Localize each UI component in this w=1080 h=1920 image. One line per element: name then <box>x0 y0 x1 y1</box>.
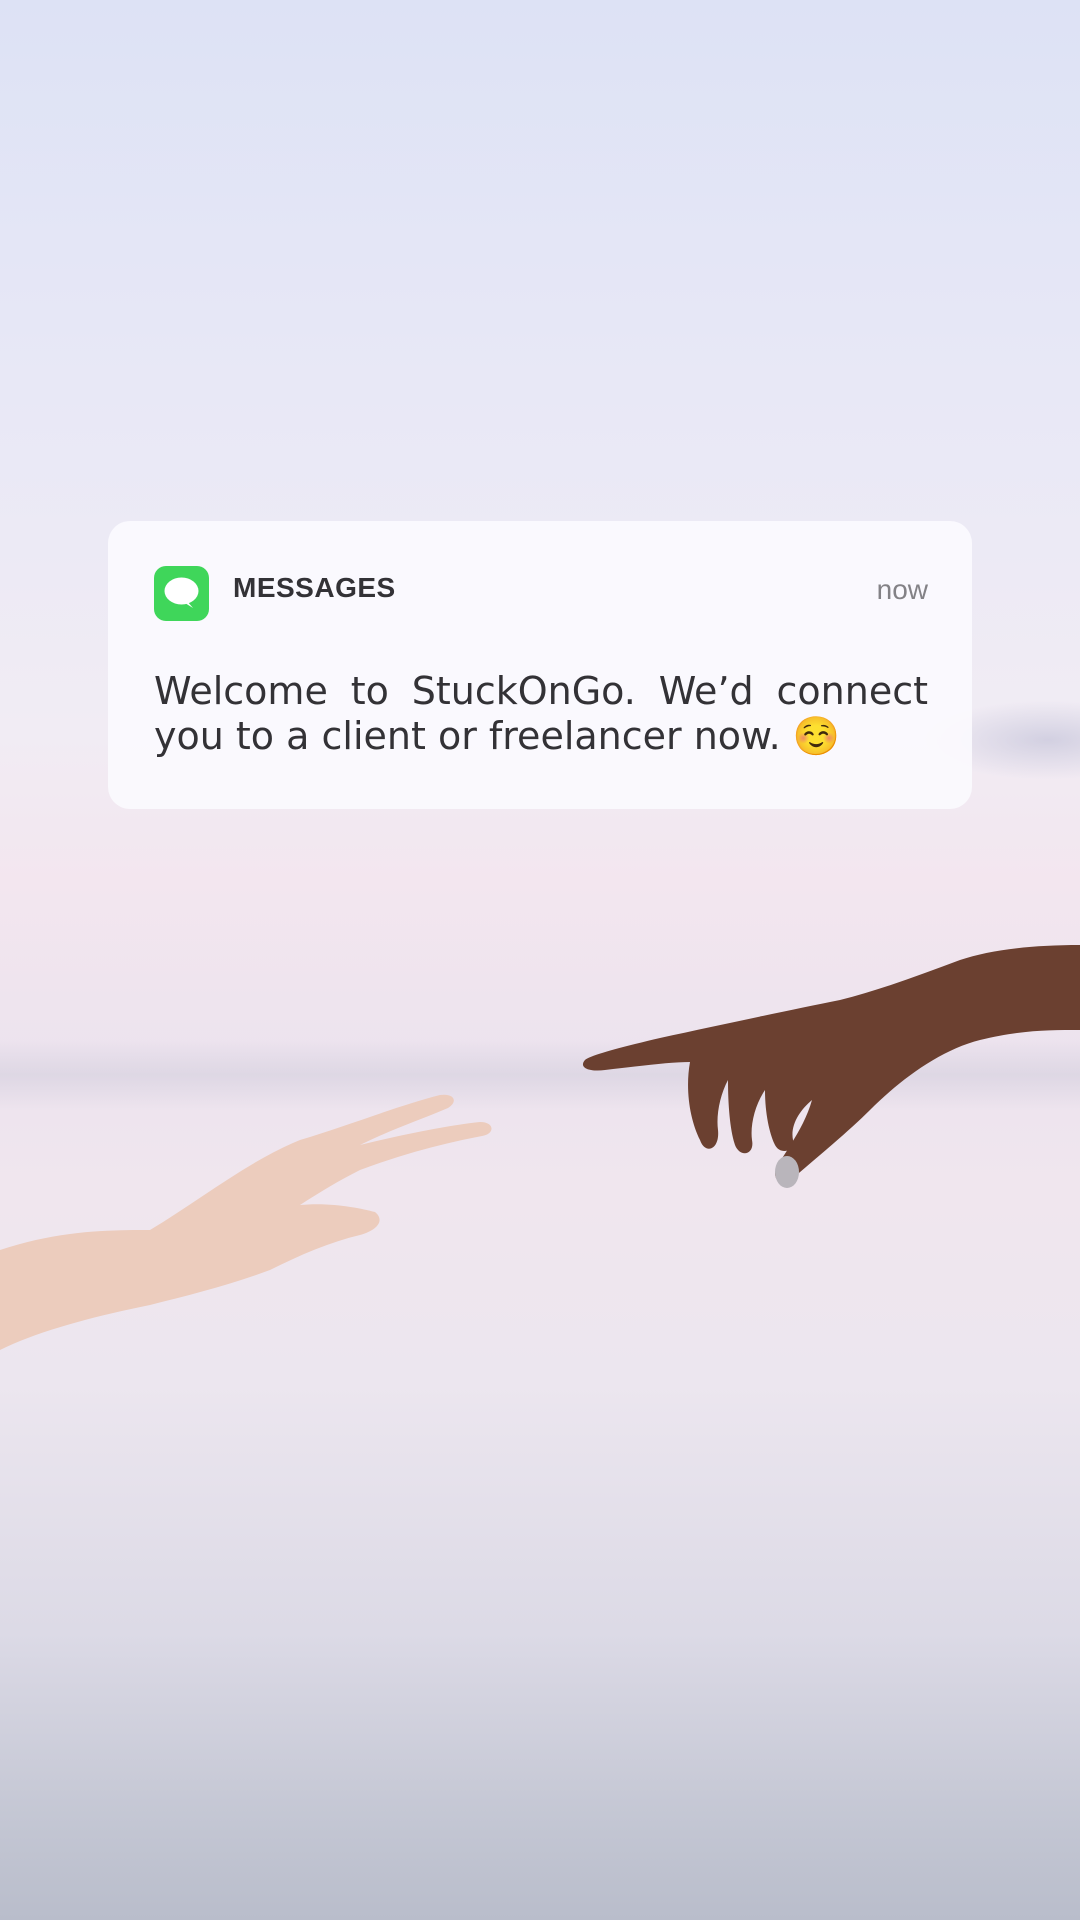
right-hand <box>582 945 1080 1188</box>
message-notification[interactable]: MESSAGES now Welcome to StuckOnGo. We’d … <box>108 521 972 809</box>
notification-timestamp: now <box>876 574 928 605</box>
messages-bubble-icon <box>164 577 199 608</box>
reaching-hands-image <box>0 945 1080 1350</box>
left-hand <box>0 1094 492 1350</box>
messages-app-icon <box>154 566 209 621</box>
notification-message-body: Welcome to StuckOnGo. We’d connect you t… <box>154 669 928 758</box>
app-name-label: MESSAGES <box>233 572 396 603</box>
